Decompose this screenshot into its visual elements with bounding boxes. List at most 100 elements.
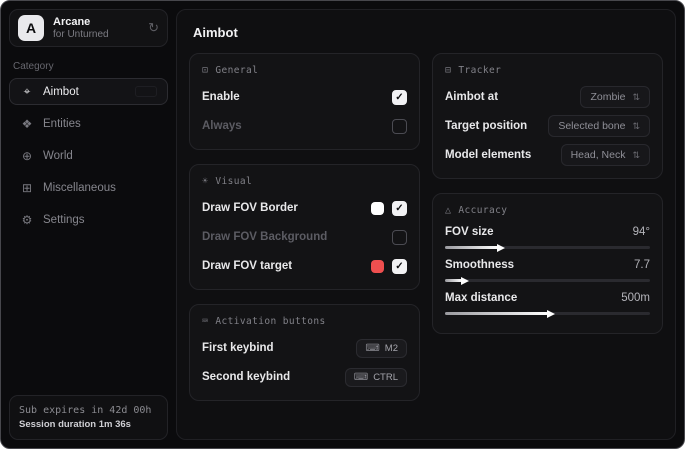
gear-icon: ⚙ [20, 213, 34, 227]
app-meta: Arcane for Unturned [53, 16, 139, 40]
setting-label: Target position [445, 120, 527, 132]
fov-target-color-swatch[interactable] [371, 260, 384, 273]
visual-section: ☀ Visual Draw FOV Border Draw FOV Backgr… [189, 164, 420, 290]
setting-row-fov-border: Draw FOV Border [202, 197, 407, 219]
sidebar-item-label: World [43, 150, 157, 162]
sidebar-item-label: Miscellaneous [43, 182, 157, 194]
sidebar-item-world[interactable]: ⊕ World [9, 142, 168, 169]
sidebar-item-aimbot[interactable]: ⌖ Aimbot [9, 78, 168, 105]
tracker-section-header: ⊟ Tracker [445, 65, 650, 76]
globe-icon: ⊕ [20, 149, 34, 163]
setting-label: First keybind [202, 342, 274, 354]
second-keybind-button[interactable]: ⌨ CTRL [345, 368, 407, 387]
fov-border-color-swatch[interactable] [371, 202, 384, 215]
triangle-icon: △ [445, 205, 451, 216]
sidebar-item-label: Entities [43, 118, 157, 130]
setting-row-second-keybind: Second keybind ⌨ CTRL [202, 366, 407, 388]
sidebar-item-miscellaneous[interactable]: ⊞ Miscellaneous [9, 174, 168, 201]
setting-label: Draw FOV Border [202, 202, 298, 214]
setting-label: Aimbot at [445, 91, 498, 103]
fov-size-slider[interactable] [445, 246, 650, 249]
slider-fill [445, 312, 548, 315]
session-duration-text: Session duration 1m 36s [19, 418, 158, 432]
enable-checkbox[interactable] [392, 90, 407, 105]
accuracy-section: △ Accuracy FOV size 94° [432, 193, 663, 334]
setting-label: Enable [202, 91, 240, 103]
keybind-value: M2 [385, 343, 398, 354]
keyboard-icon: ⌨ [365, 343, 379, 354]
setting-row-fov-background: Draw FOV Background [202, 226, 407, 248]
keyboard-icon: ⌨ [202, 316, 208, 327]
dropdown-value: Head, Neck [571, 149, 626, 161]
keybind-hint [135, 86, 157, 97]
main-panel: Aimbot ⊡ General Enable A [176, 9, 676, 440]
page-title: Aimbot [193, 25, 663, 40]
aimbot-at-dropdown[interactable]: Zombie ⇅ [580, 86, 650, 108]
section-title: Visual [215, 176, 252, 187]
dropdown-value: Zombie [590, 91, 625, 103]
setting-row-target-position: Target position Selected bone ⇅ [445, 115, 650, 137]
activation-section-header: ⌨ Activation buttons [202, 316, 407, 327]
sub-expiry-text: Sub expires in 42d 00h [19, 403, 158, 418]
fov-size-value: 94° [633, 226, 650, 238]
setting-label: Model elements [445, 149, 531, 161]
sidebar-item-label: Settings [43, 214, 157, 226]
fov-target-checkbox[interactable] [392, 259, 407, 274]
smoothness-value: 7.7 [634, 259, 650, 271]
setting-row-model-elements: Model elements Head, Neck ⇅ [445, 144, 650, 166]
crosshair-icon: ⌖ [20, 84, 34, 99]
sidebar: A Arcane for Unturned ↻ Category ⌖ Aimbo… [1, 1, 176, 448]
smoothness-slider[interactable] [445, 279, 650, 282]
section-title: Accuracy [458, 205, 507, 216]
section-title: Activation buttons [215, 316, 325, 327]
left-column: ⊡ General Enable Always [189, 53, 420, 401]
setting-label: Draw FOV target [202, 260, 292, 272]
setting-row-enable: Enable [202, 86, 407, 108]
brightness-icon: ☀ [202, 176, 208, 187]
sidebar-nav: ⌖ Aimbot ❖ Entities ⊕ World ⊞ Miscellane… [9, 78, 168, 238]
setting-label: FOV size [445, 226, 494, 238]
accuracy-section-header: △ Accuracy [445, 205, 650, 216]
sidebar-item-entities[interactable]: ❖ Entities [9, 110, 168, 137]
grid-icon: ⊞ [20, 181, 34, 195]
sliders-icon: ⊡ [202, 65, 208, 76]
right-column: ⊟ Tracker Aimbot at Zombie ⇅ Target posi… [432, 53, 663, 334]
category-label: Category [13, 61, 164, 72]
setting-row-aimbot-at: Aimbot at Zombie ⇅ [445, 86, 650, 108]
max-distance-value: 500m [621, 292, 650, 304]
slider-fill [445, 246, 498, 249]
setting-label: Draw FOV Background [202, 231, 327, 243]
setting-row-first-keybind: First keybind ⌨ M2 [202, 337, 407, 359]
first-keybind-button[interactable]: ⌨ M2 [356, 339, 407, 358]
fov-background-checkbox[interactable] [392, 230, 407, 245]
setting-label: Max distance [445, 292, 517, 304]
subscription-status: Sub expires in 42d 00h Session duration … [9, 395, 168, 440]
setting-row-fov-size: FOV size 94° [445, 226, 650, 249]
dropdown-value: Selected bone [558, 120, 625, 132]
refresh-icon[interactable]: ↻ [148, 20, 159, 36]
app-header: A Arcane for Unturned ↻ [9, 9, 168, 47]
sidebar-item-label: Aimbot [43, 86, 126, 98]
content-columns: ⊡ General Enable Always [189, 53, 663, 401]
always-checkbox[interactable] [392, 119, 407, 134]
max-distance-slider[interactable] [445, 312, 650, 315]
setting-label: Always [202, 120, 242, 132]
keybind-value: CTRL [373, 372, 398, 383]
setting-row-smoothness: Smoothness 7.7 [445, 259, 650, 282]
section-title: Tracker [458, 65, 501, 76]
keyboard-icon: ⌨ [354, 372, 368, 383]
sidebar-item-settings[interactable]: ⚙ Settings [9, 206, 168, 233]
up-down-arrows-icon: ⇅ [632, 150, 640, 161]
model-elements-dropdown[interactable]: Head, Neck ⇅ [561, 144, 650, 166]
up-down-arrows-icon: ⇅ [632, 92, 640, 103]
target-position-dropdown[interactable]: Selected bone ⇅ [548, 115, 650, 137]
fov-border-checkbox[interactable] [392, 201, 407, 216]
general-section-header: ⊡ General [202, 65, 407, 76]
setting-row-always: Always [202, 115, 407, 137]
setting-row-max-distance: Max distance 500m [445, 292, 650, 315]
general-section: ⊡ General Enable Always [189, 53, 420, 150]
tracker-icon: ⊟ [445, 65, 451, 76]
app-name: Arcane [53, 16, 139, 29]
visual-section-header: ☀ Visual [202, 176, 407, 187]
entities-icon: ❖ [20, 117, 34, 131]
